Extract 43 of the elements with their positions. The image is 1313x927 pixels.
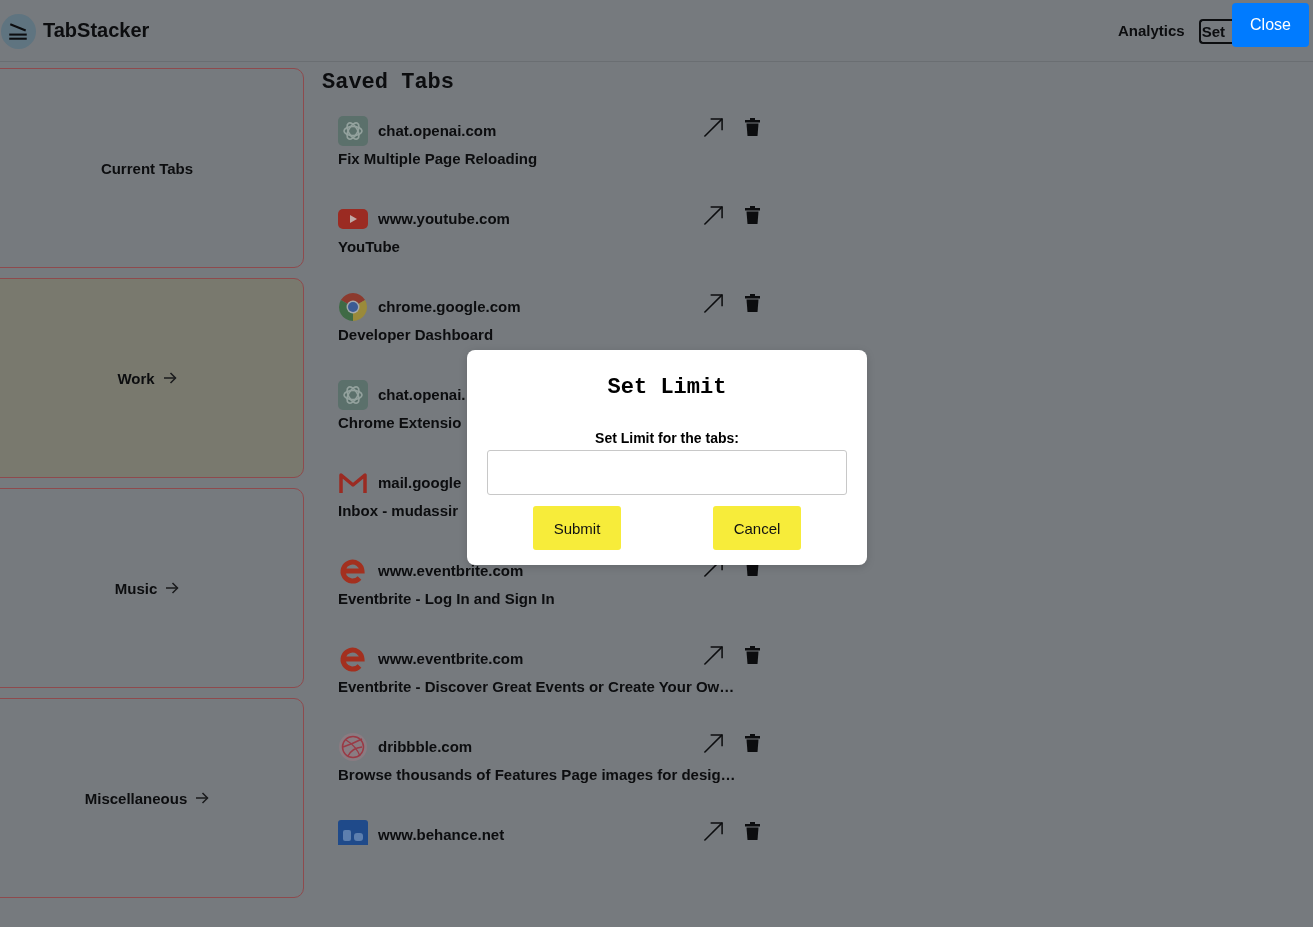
right-arrow-icon xyxy=(165,582,180,594)
category-label: Miscellaneous xyxy=(84,789,188,807)
tab-domain: www.eventbrite.com xyxy=(378,652,524,666)
ball-favicon-icon xyxy=(338,732,368,762)
tab-title: Eventbrite - Discover Great Events or Create Your Ow… xyxy=(338,677,735,697)
tab-title: Eventbrite - Log In and Sign In xyxy=(338,589,555,609)
tab-title: Inbox - mudassir xyxy=(338,501,459,521)
app-title: TabStacker xyxy=(43,19,150,42)
category-label: Work xyxy=(117,369,155,387)
tab-domain: chat.openai. xyxy=(378,388,466,402)
cancel-button[interactable]: Cancel xyxy=(712,506,802,550)
tab-title: YouTube xyxy=(338,237,400,257)
close-button[interactable]: Close xyxy=(1232,3,1309,47)
tab-domain: dribbble.com xyxy=(378,740,473,754)
limit-field-label: Set Limit for the tabs: xyxy=(595,429,739,448)
stack-logo-icon xyxy=(1,13,36,49)
tab-title: Developer Dashboard xyxy=(338,325,494,345)
right-arrow-icon xyxy=(162,372,177,384)
analytics-link[interactable]: Analytics xyxy=(1117,22,1185,39)
limit-input-field[interactable] xyxy=(487,450,847,495)
tab-domain: www.youtube.com xyxy=(378,212,510,226)
tab-domain: mail.google xyxy=(378,476,462,490)
category-card[interactable]: Miscellaneous xyxy=(0,698,304,898)
submit-button[interactable]: Submit xyxy=(532,506,622,550)
knot-favicon-icon xyxy=(338,116,368,146)
right-arrow-icon xyxy=(195,792,210,804)
category-card[interactable]: Work xyxy=(0,278,304,478)
tab-domain: www.eventbrite.com xyxy=(378,564,524,578)
dialog-title: Set Limit xyxy=(607,374,727,402)
tab-domain: chrome.google.com xyxy=(378,300,521,314)
category-label: Music xyxy=(114,579,158,597)
category-card[interactable]: Current Tabs xyxy=(0,68,304,268)
category-card[interactable]: Music xyxy=(0,488,304,688)
browser-logo-icon xyxy=(338,292,368,322)
category-label: Current Tabs xyxy=(100,159,194,177)
tab-title: Browse thousands of Features Page images for desig… xyxy=(338,765,736,785)
tab-domain: www.behance.net xyxy=(378,828,505,842)
saved-tabs-heading: Saved Tabs xyxy=(322,70,455,96)
tab-title: Chrome Extensio xyxy=(338,413,462,433)
tab-title: Fix Multiple Page Reloading xyxy=(338,149,538,169)
tile-favicon-icon xyxy=(338,820,368,845)
knot-favicon-icon xyxy=(338,380,368,410)
tab-domain: chat.openai.com xyxy=(378,124,497,138)
